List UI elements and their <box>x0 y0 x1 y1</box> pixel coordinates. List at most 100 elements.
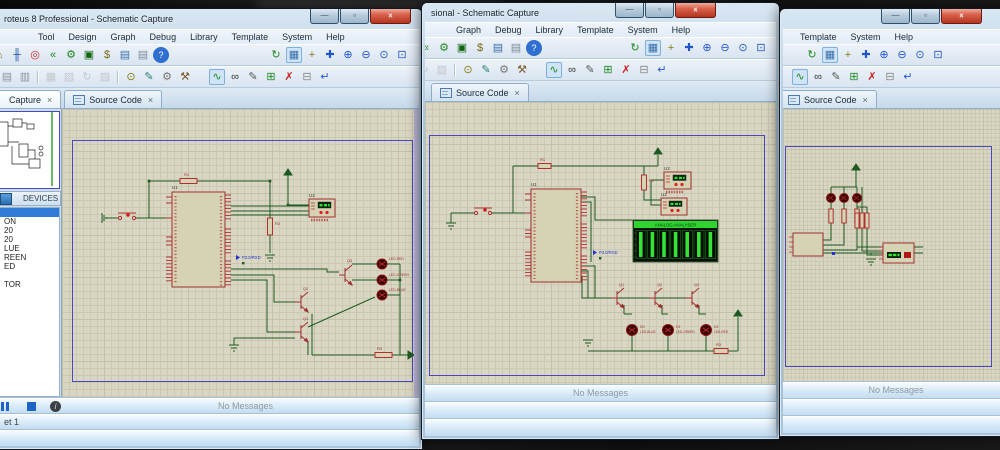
menu-item[interactable]: Help <box>665 25 698 35</box>
find-icon[interactable]: ∞ <box>227 69 243 85</box>
block-rotate-icon[interactable]: ↻ <box>425 62 432 78</box>
help-icon[interactable]: ? <box>153 47 169 63</box>
grid-icon[interactable]: ▦ <box>645 40 661 56</box>
pan-icon[interactable]: ✚ <box>858 47 874 63</box>
block-delete-icon[interactable]: ▨ <box>434 62 450 78</box>
transistor-q1[interactable]: Q1 <box>611 283 624 308</box>
menu-item[interactable]: System <box>275 32 319 42</box>
menu-item[interactable]: Tool <box>31 32 62 42</box>
tab-close-icon[interactable]: × <box>515 88 520 98</box>
zoom-area-icon[interactable]: ⊡ <box>753 40 769 56</box>
block-delete-icon[interactable]: ▨ <box>97 69 113 85</box>
del-sheet-icon[interactable]: ✗ <box>618 62 634 78</box>
push-button[interactable] <box>118 213 136 220</box>
net-label[interactable]: P3.0/RXD <box>593 250 618 259</box>
titlebar[interactable]: roteus 8 Professional - Schematic Captur… <box>0 9 419 29</box>
led-d2[interactable]: D2 LED-RED <box>701 325 729 336</box>
block-move-icon[interactable]: ▧ <box>61 69 77 85</box>
exit-icon[interactable]: ↵ <box>317 69 333 85</box>
led-d1[interactable]: D1 LED-GREEN <box>663 325 696 336</box>
zoom-extents-icon[interactable]: ⊙ <box>376 47 392 63</box>
goto-sheet-icon[interactable]: ⊟ <box>882 69 898 85</box>
origin-icon[interactable]: + <box>663 40 679 56</box>
menu-item[interactable]: Template <box>570 25 621 35</box>
resistor-bank[interactable] <box>829 209 869 228</box>
gauge-icon[interactable]: ▤ <box>117 47 133 63</box>
maximize-button[interactable]: ▫ <box>911 9 940 24</box>
minimize-button[interactable]: — <box>310 9 339 24</box>
gauge-icon[interactable]: ▤ <box>490 40 506 56</box>
wire-route-icon[interactable]: ∿ <box>546 62 562 78</box>
pick-devices-button[interactable] <box>0 193 12 205</box>
led-d0[interactable]: D0 LED-BLUE <box>627 325 656 336</box>
source-icon[interactable]: $ <box>472 40 488 56</box>
resistor-r3[interactable]: R3 <box>714 342 728 354</box>
toolbox-icon[interactable]: ⚙ <box>496 62 512 78</box>
tab-source-code[interactable]: Source Code× <box>64 90 162 108</box>
ic-module[interactable] <box>789 233 823 256</box>
menu-item[interactable]: Help <box>319 32 352 42</box>
tab-close-icon[interactable]: × <box>47 95 52 105</box>
pin-icon[interactable]: ╫ <box>9 47 25 63</box>
refresh-icon[interactable]: ↻ <box>804 47 820 63</box>
bargraph-display[interactable]: ANALOG ANALYSER <box>633 220 718 262</box>
menu-item[interactable]: Library <box>183 32 225 42</box>
maximize-button[interactable]: ▫ <box>645 3 674 18</box>
device-item[interactable]: TOR <box>0 280 59 289</box>
block-copy-icon[interactable]: ▦ <box>43 69 59 85</box>
led-green[interactable]: LED-GREEN <box>377 273 409 285</box>
rewind-icon[interactable]: « <box>45 47 61 63</box>
refresh-icon[interactable]: ↻ <box>627 40 643 56</box>
device-item[interactable]: LUE <box>0 244 59 253</box>
target-icon[interactable]: ◎ <box>27 47 43 63</box>
source-icon[interactable]: $ <box>99 47 115 63</box>
del-sheet-icon[interactable]: ✗ <box>864 69 880 85</box>
origin-icon[interactable]: + <box>840 47 856 63</box>
probe-icon[interactable]: ✎ <box>478 62 494 78</box>
device-item[interactable]: REEN <box>0 253 59 262</box>
led-blue[interactable]: LED-BLUE <box>377 288 406 300</box>
mcu-u1[interactable]: U1 <box>525 182 587 282</box>
net-label[interactable]: P3.0/RXD <box>236 255 261 264</box>
menu-item[interactable]: Debug <box>488 25 529 35</box>
resistor-r2[interactable]: R2 <box>268 218 281 235</box>
schematic-canvas[interactable] <box>783 109 1000 382</box>
menu-item[interactable]: Graph <box>104 32 143 42</box>
transistor-q3[interactable]: Q3 <box>339 259 352 285</box>
zoom-in-icon[interactable]: ⊕ <box>699 40 715 56</box>
menu-item[interactable]: Help <box>888 32 921 42</box>
tab-close-icon[interactable]: × <box>148 95 153 105</box>
schematic-canvas[interactable]: U1 R1 <box>62 109 419 398</box>
exit-icon[interactable]: ↵ <box>900 69 916 85</box>
grid-icon[interactable]: ▦ <box>822 47 838 63</box>
tab-close-icon[interactable]: × <box>863 95 868 105</box>
wire-route-icon[interactable]: ∿ <box>209 69 225 85</box>
hammer-icon[interactable]: ⚒ <box>514 62 530 78</box>
transistor-q3[interactable]: Q3 <box>686 283 699 308</box>
zoom-extents-icon[interactable]: ⊙ <box>912 47 928 63</box>
menu-item[interactable]: Template <box>225 32 276 42</box>
menu-item[interactable]: Template <box>793 32 844 42</box>
magnify-icon[interactable]: ⊙ <box>123 69 139 85</box>
resistor-r1[interactable]: R1 <box>538 157 551 169</box>
led-group[interactable] <box>827 194 862 203</box>
zoom-out-icon[interactable]: ⊖ <box>358 47 374 63</box>
zoom-area-icon[interactable]: ⊡ <box>930 47 946 63</box>
device-item[interactable]: ED <box>0 262 59 271</box>
property-icon[interactable]: ✎ <box>582 62 598 78</box>
device-item[interactable] <box>0 271 59 280</box>
tab-source-code[interactable]: Source Code× <box>783 90 877 108</box>
zoom-area-icon[interactable]: ⊡ <box>394 47 410 63</box>
goto-sheet-icon[interactable]: ⊟ <box>636 62 652 78</box>
zoom-in-icon[interactable]: ⊕ <box>340 47 356 63</box>
sensor-u2[interactable]: U2 <box>309 193 335 220</box>
minimize-button[interactable]: — <box>615 3 644 18</box>
close-button[interactable]: × <box>941 9 982 24</box>
find-icon[interactable]: ∞ <box>564 62 580 78</box>
notes-icon[interactable]: ▤ <box>508 40 524 56</box>
resistor-r1[interactable]: R1 <box>180 172 197 184</box>
menu-item[interactable]: Library <box>529 25 571 35</box>
property-icon[interactable]: ✎ <box>828 69 844 85</box>
hammer-icon[interactable]: ⚒ <box>177 69 193 85</box>
device-item-selected[interactable] <box>0 208 59 217</box>
